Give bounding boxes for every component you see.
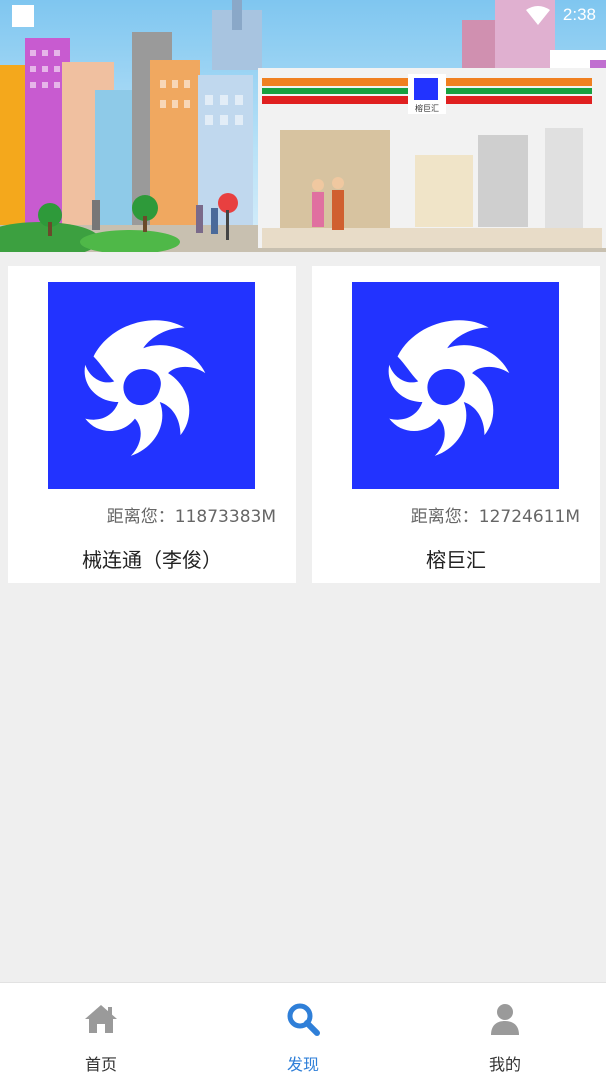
nav-item-home[interactable]: 首页 xyxy=(0,983,202,1080)
notification-icon xyxy=(12,5,34,27)
nav-label: 发现 xyxy=(286,1055,319,1074)
store-distance: 距离您：12724611M xyxy=(410,507,580,527)
store-name: 械连通（李俊） xyxy=(82,548,222,572)
search-icon xyxy=(287,1003,320,1036)
wifi-icon xyxy=(526,6,550,25)
store-card[interactable]: 距离您：12724611M 榕巨汇 xyxy=(312,266,600,583)
store-distance: 距离您：11873383M xyxy=(106,507,276,527)
user-icon xyxy=(491,1004,519,1035)
store-sign: 榕巨汇 xyxy=(415,103,439,113)
status-time: 2:38 xyxy=(562,5,596,24)
nav-item-discover[interactable]: 发现 xyxy=(202,983,404,1080)
nav-item-profile[interactable]: 我的 xyxy=(404,983,606,1080)
bottom-nav: 首页 发现 我的 xyxy=(0,982,606,1080)
status-bar: 2:38 xyxy=(0,0,606,32)
banner-image[interactable]: 榕巨汇 2:38 xyxy=(0,0,606,252)
nav-label: 我的 xyxy=(488,1055,521,1074)
store-name: 榕巨汇 xyxy=(426,548,486,572)
store-logo-icon xyxy=(352,282,559,489)
store-card[interactable]: 距离您：11873383M 械连通（李俊） xyxy=(8,266,296,583)
store-logo-icon xyxy=(48,282,255,489)
home-icon xyxy=(85,1005,117,1033)
city-store-illustration: 榕巨汇 xyxy=(0,0,606,252)
nav-label: 首页 xyxy=(84,1055,117,1074)
